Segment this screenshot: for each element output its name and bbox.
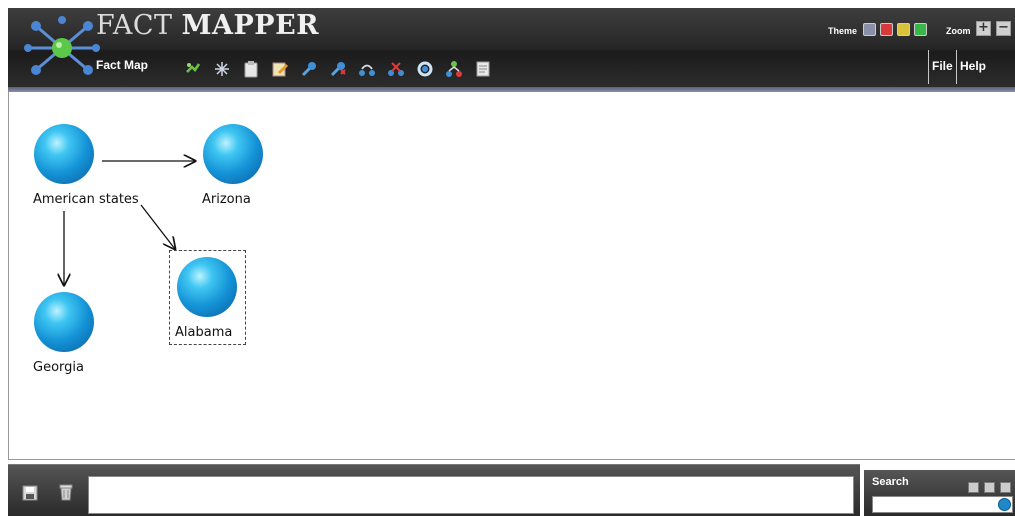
app-title-bold: MAPPER [181, 10, 320, 41]
trash-icon[interactable] [58, 483, 74, 501]
node-label: American states [33, 192, 139, 207]
document-icon[interactable] [474, 60, 492, 78]
theme-swatch-red[interactable] [880, 23, 893, 36]
bottom-bar [8, 464, 860, 516]
theme-swatch-green[interactable] [914, 23, 927, 36]
node-arizona[interactable]: Arizona [199, 122, 279, 212]
link-pin-icon[interactable] [300, 60, 318, 78]
search-label: Search [872, 476, 909, 488]
menu-file[interactable]: File [932, 59, 953, 73]
search-go-icon[interactable] [998, 498, 1011, 511]
search-option-icon[interactable] [968, 482, 979, 493]
toolbar [184, 57, 492, 81]
search-clear-icon[interactable] [1000, 482, 1011, 493]
map-edges [9, 92, 1015, 460]
node-sphere-icon[interactable] [203, 124, 263, 184]
node-georgia[interactable]: Georgia [29, 290, 109, 380]
search-panel: Search [864, 470, 1015, 516]
node-label: Georgia [33, 360, 84, 375]
logo-icon [24, 16, 100, 75]
fact-map-canvas[interactable]: American states Arizona Georgia Alabama [8, 92, 1015, 460]
save-icon[interactable] [22, 485, 38, 501]
menu-separator [928, 50, 929, 84]
clipboard-icon[interactable] [242, 60, 260, 78]
hierarchy-icon[interactable] [445, 60, 463, 78]
app-title-light: FACT [96, 10, 173, 41]
menu-separator [956, 50, 957, 84]
node-label: Arizona [202, 192, 251, 207]
unlink-pin-icon[interactable] [329, 60, 347, 78]
search-input[interactable] [872, 496, 1013, 513]
add-node-icon[interactable] [184, 60, 202, 78]
sparkle-icon[interactable] [213, 60, 231, 78]
section-title: Fact Map [96, 58, 149, 72]
node-sphere-icon[interactable] [34, 124, 94, 184]
fact-text-input[interactable] [88, 476, 854, 514]
refresh-icon[interactable] [416, 60, 434, 78]
fact-mapper-app: FACT MAPPER Fact Map Theme Zoom + − File… [0, 0, 1015, 516]
theme-swatch-gray[interactable] [863, 23, 876, 36]
theme-label: Theme [828, 26, 858, 36]
app-title: FACT MAPPER [96, 10, 319, 41]
connect-icon[interactable] [358, 60, 376, 78]
zoom-label: Zoom [946, 26, 971, 36]
node-alabama[interactable]: Alabama [171, 252, 244, 342]
edit-note-icon[interactable] [271, 60, 289, 78]
menu-help[interactable]: Help [960, 59, 986, 73]
disconnect-icon[interactable] [387, 60, 405, 78]
node-american-states[interactable]: American states [29, 122, 149, 212]
node-label: Alabama [175, 325, 233, 340]
zoom-out-button[interactable]: − [996, 21, 1011, 36]
zoom-in-button[interactable]: + [976, 21, 991, 36]
node-sphere-icon[interactable] [34, 292, 94, 352]
node-sphere-icon[interactable] [177, 257, 237, 317]
theme-swatch-yellow[interactable] [897, 23, 910, 36]
header: FACT MAPPER Fact Map Theme Zoom + − File… [8, 8, 1015, 92]
search-zoom-icon[interactable] [984, 482, 995, 493]
